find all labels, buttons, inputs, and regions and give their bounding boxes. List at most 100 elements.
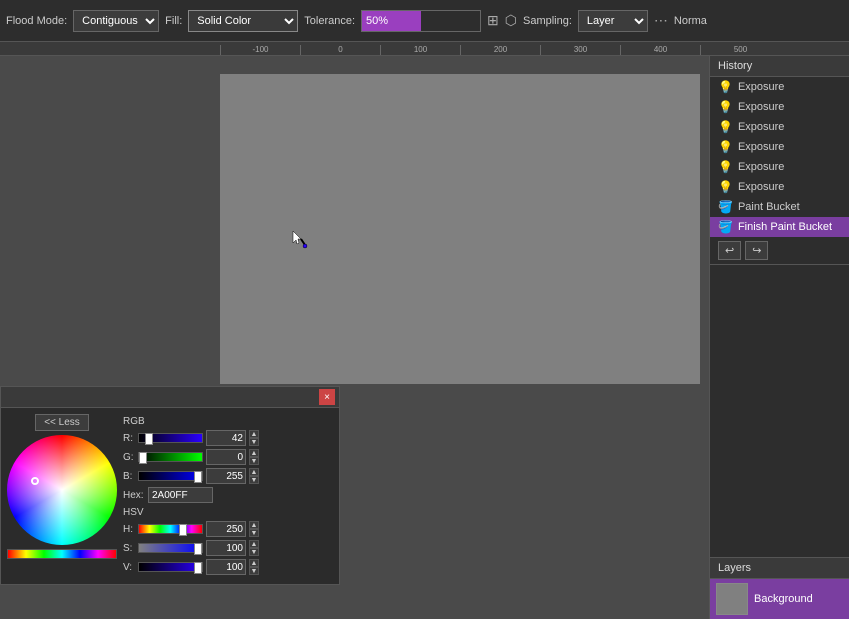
fill-label: Fill: (165, 15, 182, 27)
history-item-exposure-2[interactable]: 💡 Exposure (710, 97, 849, 117)
history-item-label: Exposure (738, 81, 784, 93)
color-panel-header: × (1, 387, 339, 408)
r-up-arrow[interactable]: ▲ (249, 430, 259, 438)
history-item-exposure-1[interactable]: 💡 Exposure (710, 77, 849, 97)
b-label: B: (123, 471, 135, 482)
history-item-exposure-3[interactable]: 💡 Exposure (710, 117, 849, 137)
h-down-arrow[interactable]: ▼ (249, 529, 259, 537)
h-input[interactable] (206, 521, 246, 537)
g-input[interactable] (206, 449, 246, 465)
undo-button[interactable]: ↩ (718, 241, 741, 260)
b-input[interactable] (206, 468, 246, 484)
s-slider[interactable] (138, 543, 203, 553)
s-row: S: ▲ ▼ (123, 540, 333, 556)
paint-bucket-icon: 🪣 (718, 200, 733, 214)
color-panel-close-button[interactable]: × (319, 389, 335, 405)
tolerance-bar[interactable]: 50% (361, 10, 481, 32)
r-slider[interactable] (138, 433, 203, 443)
exposure-icon: 💡 (718, 120, 733, 134)
r-row: R: ▲ ▼ (123, 430, 333, 446)
v-up-arrow[interactable]: ▲ (249, 559, 259, 567)
hsv-section-label: HSV (123, 507, 333, 518)
redo-button[interactable]: ↪ (745, 241, 768, 260)
h-up-arrow[interactable]: ▲ (249, 521, 259, 529)
rgb-section-label: RGB (123, 416, 333, 427)
v-slider[interactable] (138, 562, 203, 572)
toolbar: Flood Mode: Contiguous Fill: Solid Color… (0, 0, 849, 42)
r-down-arrow[interactable]: ▼ (249, 438, 259, 446)
exposure-icon: 💡 (718, 180, 733, 194)
g-slider[interactable] (138, 452, 203, 462)
history-title: History (710, 56, 849, 77)
tolerance-label: Tolerance: (304, 15, 355, 27)
ruler-mark: 0 (300, 45, 380, 55)
hex-row: Hex: (123, 487, 333, 503)
s-label: S: (123, 543, 135, 554)
history-item-exposure-4[interactable]: 💡 Exposure (710, 137, 849, 157)
icon-dots: ⋯ (654, 12, 668, 29)
less-button[interactable]: << Less (35, 414, 89, 431)
history-item-label: Exposure (738, 161, 784, 173)
icon-arrow: ⬡ (505, 12, 517, 29)
v-down-arrow[interactable]: ▼ (249, 567, 259, 575)
v-spin-arrows: ▲ ▼ (249, 559, 259, 575)
v-input[interactable] (206, 559, 246, 575)
v-label: V: (123, 562, 135, 573)
b-row: B: ▲ ▼ (123, 468, 333, 484)
h-slider[interactable] (138, 524, 203, 534)
b-down-arrow[interactable]: ▼ (249, 476, 259, 484)
g-row: G: ▲ ▼ (123, 449, 333, 465)
ruler-mark: 200 (460, 45, 540, 55)
b-slider[interactable] (138, 471, 203, 481)
ruler-mark: 400 (620, 45, 700, 55)
color-wheel-area: << Less (7, 414, 117, 578)
history-item-finish-paint-bucket[interactable]: 🪣 Finish Paint Bucket (710, 217, 849, 237)
color-picker-panel: × << Less RGB R: ▲ ▼ (0, 386, 340, 585)
sampling-dropdown[interactable]: Layer (578, 10, 648, 32)
icon-normal: Norma (674, 15, 707, 27)
hex-label: Hex: (123, 490, 145, 501)
flood-mode-dropdown[interactable]: Contiguous (73, 10, 159, 32)
layer-item-background[interactable]: Background (710, 579, 849, 619)
b-up-arrow[interactable]: ▲ (249, 468, 259, 476)
flood-mode-label: Flood Mode: (6, 15, 67, 27)
history-item-label: Exposure (738, 121, 784, 133)
layer-name: Background (754, 593, 813, 605)
ruler-mark: 500 (700, 45, 780, 55)
history-item-label: Finish Paint Bucket (738, 221, 832, 233)
right-panel: History 💡 Exposure 💡 Exposure 💡 Exposure… (709, 56, 849, 619)
r-spin-arrows: ▲ ▼ (249, 430, 259, 446)
layer-thumbnail (716, 583, 748, 615)
history-panel: History 💡 Exposure 💡 Exposure 💡 Exposure… (710, 56, 849, 265)
g-up-arrow[interactable]: ▲ (249, 449, 259, 457)
color-wheel-dot[interactable] (31, 477, 39, 485)
exposure-icon: 💡 (718, 100, 733, 114)
color-wheel[interactable] (7, 435, 117, 545)
v-row: V: ▲ ▼ (123, 559, 333, 575)
layers-panel: Layers Background (710, 557, 849, 619)
s-up-arrow[interactable]: ▲ (249, 540, 259, 548)
exposure-icon: 💡 (718, 160, 733, 174)
exposure-icon: 💡 (718, 140, 733, 154)
icon-grid: ⊞ (487, 12, 499, 29)
hex-input[interactable] (148, 487, 213, 503)
fill-dropdown[interactable]: Solid Color (188, 10, 298, 32)
history-item-exposure-6[interactable]: 💡 Exposure (710, 177, 849, 197)
tolerance-value: 50% (366, 15, 388, 27)
s-input[interactable] (206, 540, 246, 556)
hue-slider[interactable] (7, 549, 117, 559)
paint-bucket-icon: 🪣 (718, 220, 733, 234)
history-item-label: Exposure (738, 181, 784, 193)
s-down-arrow[interactable]: ▼ (249, 548, 259, 556)
ruler-mark: -100 (220, 45, 300, 55)
g-down-arrow[interactable]: ▼ (249, 457, 259, 465)
sampling-label: Sampling: (523, 15, 572, 27)
r-label: R: (123, 433, 135, 444)
canvas-document[interactable] (220, 74, 700, 384)
color-panel-body: << Less RGB R: ▲ ▼ G: (1, 408, 339, 584)
r-input[interactable] (206, 430, 246, 446)
history-item-paint-bucket[interactable]: 🪣 Paint Bucket (710, 197, 849, 217)
s-spin-arrows: ▲ ▼ (249, 540, 259, 556)
history-item-exposure-5[interactable]: 💡 Exposure (710, 157, 849, 177)
h-label: H: (123, 524, 135, 535)
